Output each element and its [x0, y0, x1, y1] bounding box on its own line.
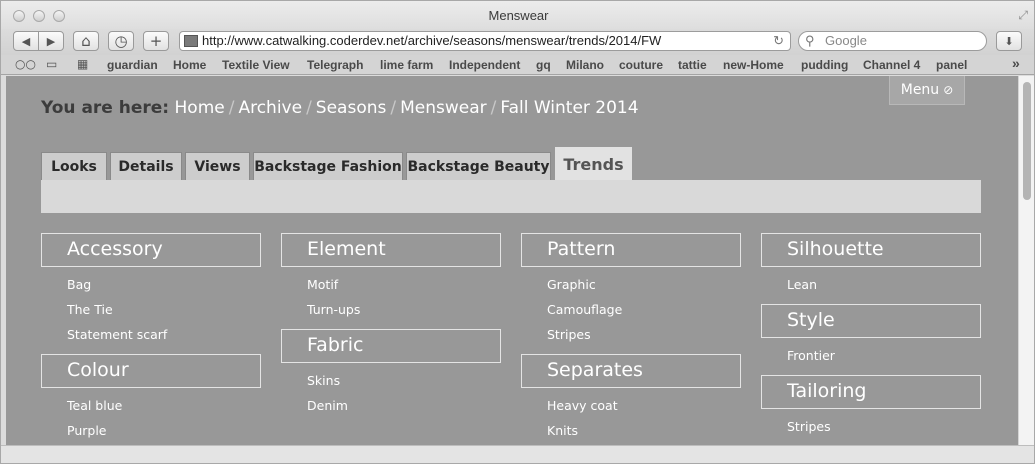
breadcrumb-separator: / — [228, 98, 235, 118]
bookmark-tattie[interactable]: tattie — [678, 58, 707, 72]
bookmark-pudding[interactable]: pudding — [801, 58, 848, 72]
add-bookmark-button[interactable]: + — [143, 31, 169, 51]
category-pattern[interactable]: Pattern — [521, 233, 741, 267]
breadcrumb-archive[interactable]: Archive — [238, 98, 302, 118]
downloads-button[interactable]: ⬇ — [996, 31, 1022, 51]
category-colour[interactable]: Colour — [41, 354, 261, 388]
reload-icon[interactable]: ↻ — [773, 32, 784, 50]
breadcrumb-home[interactable]: Home — [175, 98, 225, 118]
breadcrumb-prefix: You are here: — [41, 98, 170, 118]
category-element[interactable]: Element — [281, 233, 501, 267]
tab-content-strip — [41, 180, 981, 213]
breadcrumb-menswear[interactable]: Menswear — [400, 98, 487, 118]
bookmark-textile-view[interactable]: Textile View — [222, 58, 290, 72]
favicon-icon — [184, 35, 198, 47]
breadcrumb-seasons[interactable]: Seasons — [316, 98, 387, 118]
history-button[interactable]: ◷ — [108, 31, 134, 51]
menu-circle-icon: ⊘ — [943, 83, 954, 97]
bookmarks-book-icon[interactable]: ▭ — [46, 57, 57, 71]
trend-item-the-tie[interactable]: The Tie — [67, 302, 113, 317]
breadcrumb-separator: / — [306, 98, 312, 118]
bookmark-couture[interactable]: couture — [619, 58, 663, 72]
top-sites-grid-icon[interactable]: ▦ — [77, 57, 88, 71]
address-bar[interactable]: http://www.catwalking.coderdev.net/archi… — [179, 31, 791, 51]
reading-list-icon[interactable]: ○○ — [15, 57, 36, 71]
add-icon: + — [149, 32, 163, 50]
breadcrumb-fall-winter-2014[interactable]: Fall Winter 2014 — [500, 98, 638, 118]
trend-item-motif[interactable]: Motif — [307, 277, 338, 292]
bookmarks-bar: ○○ ▭ ▦ guardian Home Textile View Telegr… — [1, 55, 1034, 75]
breadcrumb-separator: / — [390, 98, 397, 118]
trend-item-teal-blue[interactable]: Teal blue — [67, 398, 122, 413]
trend-item-tailoring-stripes[interactable]: Stripes — [787, 419, 831, 434]
category-silhouette[interactable]: Silhouette — [761, 233, 981, 267]
tab-trends[interactable]: Trends — [555, 147, 632, 180]
bookmark-independent[interactable]: Independent — [449, 58, 520, 72]
trend-item-camouflage[interactable]: Camouflage — [547, 302, 622, 317]
trend-item-purple[interactable]: Purple — [67, 423, 106, 438]
window-title: Menswear — [488, 8, 549, 23]
trend-item-statement-scarf[interactable]: Statement scarf — [67, 327, 167, 342]
category-accessory[interactable]: Accessory — [41, 233, 261, 267]
trend-item-skins[interactable]: Skins — [307, 373, 340, 388]
category-tailoring[interactable]: Tailoring — [761, 375, 981, 409]
scrollbar-thumb[interactable] — [1023, 82, 1031, 200]
history-icon: ◷ — [114, 32, 128, 50]
forward-icon: ▶ — [46, 34, 56, 48]
home-button[interactable]: ⌂ — [73, 31, 99, 51]
browser-window: Menswear ⤢ ◀ ▶ ⌂ ◷ + http://www.catwalki… — [0, 0, 1035, 464]
trend-item-frontier[interactable]: Frontier — [787, 348, 835, 363]
home-icon: ⌂ — [81, 32, 91, 50]
back-icon: ◀ — [21, 34, 31, 48]
category-separates[interactable]: Separates — [521, 354, 741, 388]
url-text: http://www.catwalking.coderdev.net/archi… — [202, 33, 662, 48]
search-placeholder: Google — [825, 33, 867, 48]
category-fabric[interactable]: Fabric — [281, 329, 501, 363]
menu-button[interactable]: Menu ⊘ — [889, 76, 965, 105]
search-field[interactable]: ⚲ Google — [798, 31, 987, 51]
bookmark-guardian[interactable]: guardian — [107, 58, 158, 72]
trend-item-turn-ups[interactable]: Turn-ups — [307, 302, 360, 317]
bookmarks-overflow-icon[interactable]: » — [1012, 55, 1020, 71]
bookmark-home[interactable]: Home — [173, 58, 206, 72]
breadcrumb-separator: / — [490, 98, 497, 118]
bookmark-new-home[interactable]: new-Home — [723, 58, 784, 72]
menu-label: Menu — [900, 82, 940, 98]
tab-views[interactable]: Views — [185, 152, 250, 180]
trend-item-graphic[interactable]: Graphic — [547, 277, 596, 292]
status-bar — [1, 445, 1034, 463]
trend-item-denim[interactable]: Denim — [307, 398, 348, 413]
trend-item-lean[interactable]: Lean — [787, 277, 817, 292]
download-icon: ⬇ — [1004, 34, 1014, 48]
tab-backstage-beauty[interactable]: Backstage Beauty — [406, 152, 551, 180]
vertical-scrollbar[interactable] — [1018, 76, 1034, 445]
fullscreen-icon[interactable]: ⤢ — [1018, 8, 1028, 23]
search-icon: ⚲ — [805, 33, 815, 48]
bookmark-milano[interactable]: Milano — [566, 58, 604, 72]
back-button[interactable]: ◀ — [13, 31, 39, 51]
title-bar: Menswear ⤢ — [1, 1, 1034, 29]
trend-item-knits[interactable]: Knits — [547, 423, 578, 438]
category-style[interactable]: Style — [761, 304, 981, 338]
trend-item-heavy-coat[interactable]: Heavy coat — [547, 398, 618, 413]
forward-button[interactable]: ▶ — [38, 31, 64, 51]
trend-item-stripes[interactable]: Stripes — [547, 327, 591, 342]
bookmark-gq[interactable]: gq — [536, 58, 551, 72]
tab-details[interactable]: Details — [110, 152, 182, 180]
page-content: You are here: Home / Archive / Seasons / Mensw… — [6, 76, 1018, 445]
bookmark-panel[interactable]: panel — [936, 58, 967, 72]
tab-looks[interactable]: Looks — [41, 152, 107, 180]
breadcrumb: You are here: Home / Archive / Seasons / Mensw… — [41, 98, 639, 118]
tab-backstage-fashion[interactable]: Backstage Fashion — [253, 152, 403, 180]
bookmark-telegraph[interactable]: Telegraph — [307, 58, 363, 72]
bookmark-channel-4[interactable]: Channel 4 — [863, 58, 920, 72]
toolbar: ◀ ▶ ⌂ ◷ + http://www.catwalking.coderdev… — [1, 29, 1034, 55]
trend-item-bag[interactable]: Bag — [67, 277, 91, 292]
bookmark-lime-farm[interactable]: lime farm — [380, 58, 433, 72]
